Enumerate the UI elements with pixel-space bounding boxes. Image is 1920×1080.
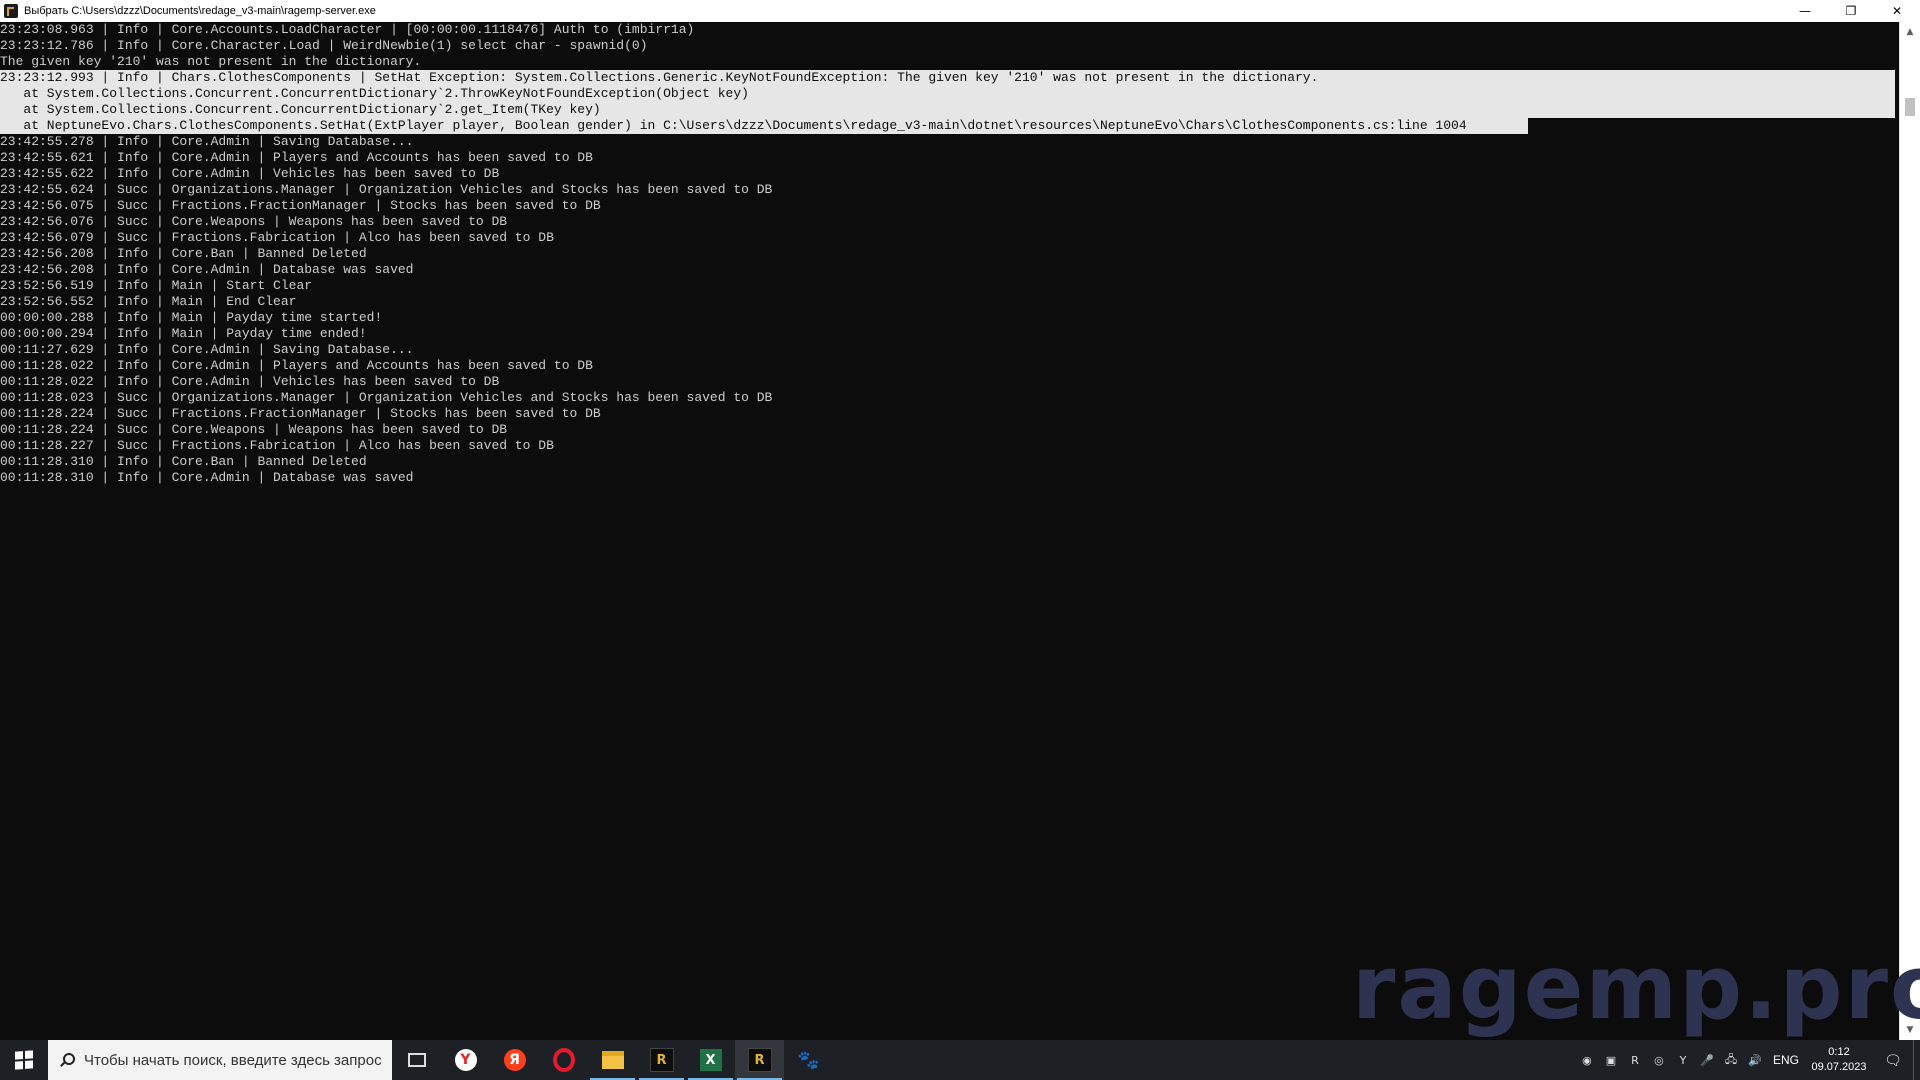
taskbar-paw-app[interactable]: 🐾: [784, 1040, 833, 1080]
console-line: 23:42:56.208 | Info | Core.Ban | Banned …: [0, 246, 367, 261]
console-line-selected: 23:23:12.993 | Info | Chars.ClothesCompo…: [0, 70, 1895, 86]
taskbar-apps: Y Я R X R 🐾: [392, 1040, 833, 1080]
console-line: 00:11:28.224 | Succ | Fractions.Fraction…: [0, 406, 601, 421]
title-bar: Выбрать C:\Users\dzzz\Documents\redage_v…: [0, 0, 1920, 22]
console-line-selected: at System.Collections.Concurrent.Concurr…: [0, 86, 1895, 102]
console-output[interactable]: 23:23:08.963 | Info | Core.Accounts.Load…: [0, 22, 1900, 1040]
console-line: 23:42:56.208 | Info | Core.Admin | Datab…: [0, 262, 414, 277]
console-line: 00:11:28.022 | Info | Core.Admin | Vehic…: [0, 374, 500, 389]
taskbar-file-explorer[interactable]: [588, 1040, 637, 1080]
search-icon: [60, 1053, 75, 1067]
show-desktop-button[interactable]: [1913, 1040, 1920, 1080]
window-controls: — ❐ ✕: [1782, 0, 1920, 22]
ragemp-icon: R: [649, 1048, 674, 1072]
console-line: 00:11:28.023 | Succ | Organizations.Mana…: [0, 390, 773, 405]
console-line: 23:42:55.621 | Info | Core.Admin | Playe…: [0, 150, 593, 165]
taskbar-task-view[interactable]: [392, 1040, 441, 1080]
clock[interactable]: 0:12 09.07.2023: [1805, 1045, 1873, 1075]
restore-button[interactable]: ❐: [1828, 0, 1874, 22]
opera-icon: [552, 1048, 575, 1072]
console-line: 00:00:00.288 | Info | Main | Payday time…: [0, 310, 383, 325]
paw-icon: 🐾: [797, 1049, 820, 1071]
console-line: 00:11:28.022 | Info | Core.Admin | Playe…: [0, 358, 593, 373]
console-line: 00:11:28.310 | Info | Core.Ban | Banned …: [0, 454, 367, 469]
console-line-selected: at System.Collections.Concurrent.Concurr…: [0, 102, 1895, 118]
close-button[interactable]: ✕: [1874, 0, 1920, 22]
language-indicator[interactable]: ENG: [1767, 1053, 1805, 1067]
console-line: 23:42:55.622 | Info | Core.Admin | Vehic…: [0, 166, 500, 181]
clock-time: 0:12: [1828, 1046, 1850, 1058]
console-line: The given key '210' was not present in t…: [0, 54, 422, 69]
taskbar: Чтобы начать поиск, введите здесь запрос…: [0, 1040, 1920, 1080]
console-line: 23:23:08.963 | Info | Core.Accounts.Load…: [0, 22, 695, 37]
console-line: 23:42:55.624 | Succ | Organizations.Mana…: [0, 182, 773, 197]
microphone-icon[interactable]: 🎤: [1695, 1040, 1719, 1080]
yandex-browser-icon: Y: [454, 1049, 477, 1071]
console-line: 00:11:28.310 | Info | Core.Admin | Datab…: [0, 470, 414, 485]
yandex-tray-icon[interactable]: Y: [1671, 1040, 1695, 1080]
console-app-icon[interactable]: [4, 4, 18, 18]
window-title: Выбрать C:\Users\dzzz\Documents\redage_v…: [24, 5, 376, 17]
console-line: 23:42:56.076 | Succ | Core.Weapons | Wea…: [0, 214, 508, 229]
console-line: 23:42:56.075 | Succ | Fractions.Fraction…: [0, 198, 601, 213]
scroll-thumb[interactable]: [1905, 98, 1915, 116]
yandex-icon: Я: [503, 1049, 526, 1071]
ragemp-tray-icon[interactable]: R: [1623, 1040, 1647, 1080]
vertical-scrollbar[interactable]: ▲ ▼: [1899, 22, 1920, 1040]
windows-logo-icon: [15, 1050, 33, 1070]
task-view-icon: [407, 1053, 426, 1067]
clock-date: 09.07.2023: [1811, 1061, 1867, 1073]
taskbar-yandex-browser[interactable]: Y: [441, 1040, 490, 1080]
ragemp-server-icon: R: [747, 1048, 772, 1072]
excel-icon: X: [699, 1049, 722, 1071]
taskbar-opera[interactable]: [539, 1040, 588, 1080]
steam-icon[interactable]: ◎: [1647, 1040, 1671, 1080]
nvidia-icon[interactable]: ▣: [1599, 1040, 1623, 1080]
discord-icon[interactable]: ◉: [1575, 1040, 1599, 1080]
console-line: 23:23:12.786 | Info | Core.Character.Loa…: [0, 38, 648, 53]
taskbar-ragemp-server[interactable]: R: [735, 1040, 784, 1080]
console-line: 23:42:55.278 | Info | Core.Admin | Savin…: [0, 134, 414, 149]
system-tray: ◉ ▣ R ◎ Y 🎤 🖧 🔊 ENG 0:12 09.07.2023 🗨: [1575, 1040, 1920, 1080]
start-button[interactable]: [0, 1040, 48, 1080]
console-line: 23:42:56.079 | Succ | Fractions.Fabricat…: [0, 230, 554, 245]
notifications-icon[interactable]: 🗨: [1873, 1040, 1913, 1080]
console-line-selected: at NeptuneEvo.Chars.ClothesComponents.Se…: [0, 118, 1528, 134]
console-line: 00:11:28.224 | Succ | Core.Weapons | Wea…: [0, 422, 508, 437]
console-line: 00:00:00.294 | Info | Main | Payday time…: [0, 326, 367, 341]
watermark: ragemp.pro: [1352, 936, 1920, 1039]
volume-icon[interactable]: 🔊: [1743, 1040, 1767, 1080]
taskbar-ragemp[interactable]: R: [637, 1040, 686, 1080]
console-line: 00:11:27.629 | Info | Core.Admin | Savin…: [0, 342, 414, 357]
taskbar-yandex[interactable]: Я: [490, 1040, 539, 1080]
search-placeholder: Чтобы начать поиск, введите здесь запрос: [84, 1051, 382, 1069]
scroll-up-arrow-icon[interactable]: ▲: [1900, 24, 1920, 40]
taskbar-search[interactable]: Чтобы начать поиск, введите здесь запрос: [48, 1040, 392, 1080]
console-line: 23:52:56.552 | Info | Main | End Clear: [0, 294, 297, 309]
file-explorer-icon: [601, 1051, 624, 1069]
taskbar-excel[interactable]: X: [686, 1040, 735, 1080]
network-icon[interactable]: 🖧: [1719, 1040, 1743, 1080]
console-line: 23:52:56.519 | Info | Main | Start Clear: [0, 278, 313, 293]
minimize-button[interactable]: —: [1782, 0, 1828, 22]
console-line: 00:11:28.227 | Succ | Fractions.Fabricat…: [0, 438, 554, 453]
